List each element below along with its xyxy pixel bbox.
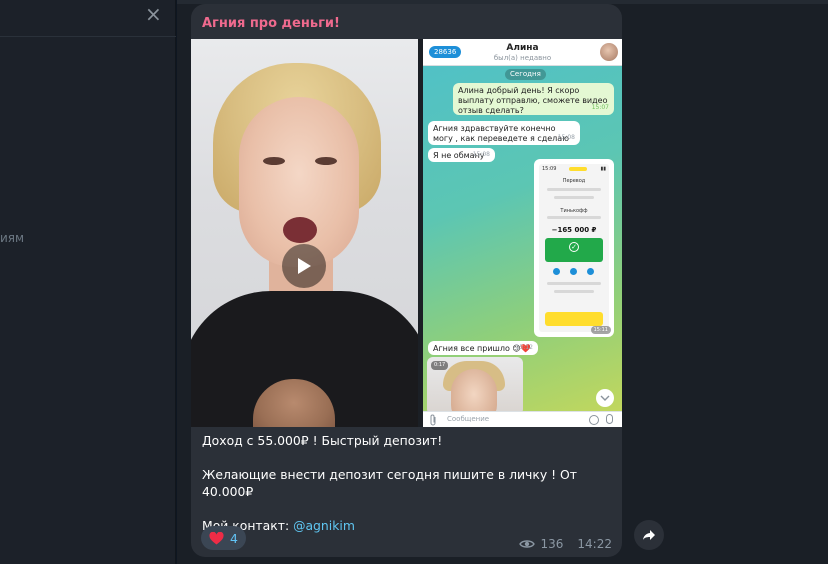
media-block[interactable]: 28636 Алина был(а) недавно Сегодня Алина…	[191, 39, 622, 427]
signal-icon: ▮▮	[600, 166, 606, 172]
divider	[0, 36, 176, 37]
video-thumbnail[interactable]	[191, 39, 418, 427]
chat-screenshot-image[interactable]: 28636 Алина был(а) недавно Сегодня Алина…	[423, 39, 622, 427]
receipt-screen: 15:09 ▮▮ Перевод Тинькофф −165 000 ₽ ✓	[539, 164, 609, 332]
screenshot-message-time: 15:12	[515, 344, 533, 351]
screenshot-input-placeholder: Сообщение	[447, 415, 490, 423]
scroll-down-button	[596, 389, 614, 407]
video-person-mouth	[283, 217, 317, 243]
reaction-heart[interactable]: 4	[201, 526, 246, 550]
receipt-line	[547, 282, 601, 285]
screenshot-input-bar: Сообщение	[423, 411, 622, 427]
receipt-action-icon	[587, 268, 594, 275]
bank-logo-icon	[569, 167, 588, 171]
receipt-yellow-button	[545, 312, 603, 326]
receipt-success-card: ✓	[545, 238, 603, 262]
screenshot-header: 28636 Алина был(а) недавно	[423, 39, 622, 66]
screenshot-message-out: Алина добрый день! Я скоро выплату отпра…	[453, 83, 614, 115]
emoji-icon	[589, 415, 599, 425]
channel-name[interactable]: Агния про деньги!	[202, 16, 340, 31]
receipt-line	[547, 188, 601, 191]
receipt-line	[554, 290, 594, 293]
receipt-bank: Тинькофф	[560, 208, 588, 214]
contact-mention-link[interactable]: @agnikim	[293, 518, 355, 533]
screenshot-receipt-image: 15:09 ▮▮ Перевод Тинькофф −165 000 ₽ ✓ 1…	[534, 159, 614, 337]
chevron-down-icon	[600, 395, 610, 401]
video-person-eye	[263, 157, 285, 165]
video-duration: 0:17	[431, 361, 449, 370]
attach-icon	[430, 414, 436, 426]
message-time: 14:22	[577, 537, 612, 551]
screenshot-message-in: Агния здравствуйте конечно могу , как пе…	[428, 121, 580, 145]
reaction-count: 4	[230, 530, 238, 546]
screenshot-chat-subtitle: был(а) недавно	[493, 54, 552, 62]
photo-person-face	[451, 369, 497, 415]
screenshot-message-time: 15:07	[591, 104, 609, 111]
message-meta: 136 14:22	[518, 537, 612, 551]
eye-icon	[518, 540, 535, 548]
left-panel: × иям	[0, 0, 176, 564]
receipt-line	[554, 196, 594, 199]
screenshot-avatar	[600, 43, 618, 61]
receipt-action-icon	[553, 268, 560, 275]
message-caption: Доход с 55.000₽ ! Быстрый депозит! Желаю…	[202, 432, 612, 534]
message-bubble[interactable]: Агния про деньги! 28636 Алина был(а) нед…	[191, 4, 622, 557]
caption-line: Доход с 55.000₽ ! Быстрый депозит!	[202, 433, 443, 448]
mic-icon	[606, 414, 613, 424]
close-icon[interactable]: ×	[145, 4, 162, 24]
left-panel-partial-text: иям	[0, 231, 25, 245]
receipt-time: 15:11	[590, 326, 611, 334]
receipt-title: Перевод	[562, 178, 586, 184]
caption-line: Желающие внести депозит сегодня пишите в…	[202, 467, 577, 499]
check-icon: ✓	[569, 242, 579, 252]
receipt-line	[547, 216, 601, 219]
screenshot-message-text: Алина добрый день! Я скоро выплату отпра…	[458, 86, 608, 115]
share-button[interactable]	[634, 520, 664, 550]
screenshot-message-in: Я не обману 15:08	[428, 148, 495, 162]
screenshot-message-time: 15:08	[557, 134, 575, 141]
screenshot-message-in: Агния все пришло 😊❤️ 15:12	[428, 341, 538, 355]
screenshot-chat-title: Алина	[506, 43, 539, 53]
receipt-status-bar: 15:09 ▮▮	[539, 164, 609, 174]
play-button[interactable]	[282, 244, 326, 288]
receipt-amount: −165 000 ₽	[551, 226, 597, 234]
screenshot-video-message: 0:17	[427, 357, 523, 415]
chat-area: Агния про деньги! 28636 Алина был(а) нед…	[177, 0, 828, 564]
receipt-action-icon	[570, 268, 577, 275]
caption-contact-line: Мой контакт: @agnikim	[202, 517, 612, 534]
screenshot-message-text: Агния здравствуйте конечно могу , как пе…	[433, 124, 569, 143]
screenshot-date-chip: Сегодня	[505, 69, 546, 80]
share-arrow-icon	[643, 530, 655, 540]
heart-icon	[209, 531, 224, 544]
view-count: 136	[540, 537, 564, 551]
play-icon	[298, 258, 311, 274]
screenshot-message-time: 15:08	[472, 151, 490, 158]
video-person-eye	[315, 157, 337, 165]
receipt-status-time: 15:09	[542, 166, 557, 172]
